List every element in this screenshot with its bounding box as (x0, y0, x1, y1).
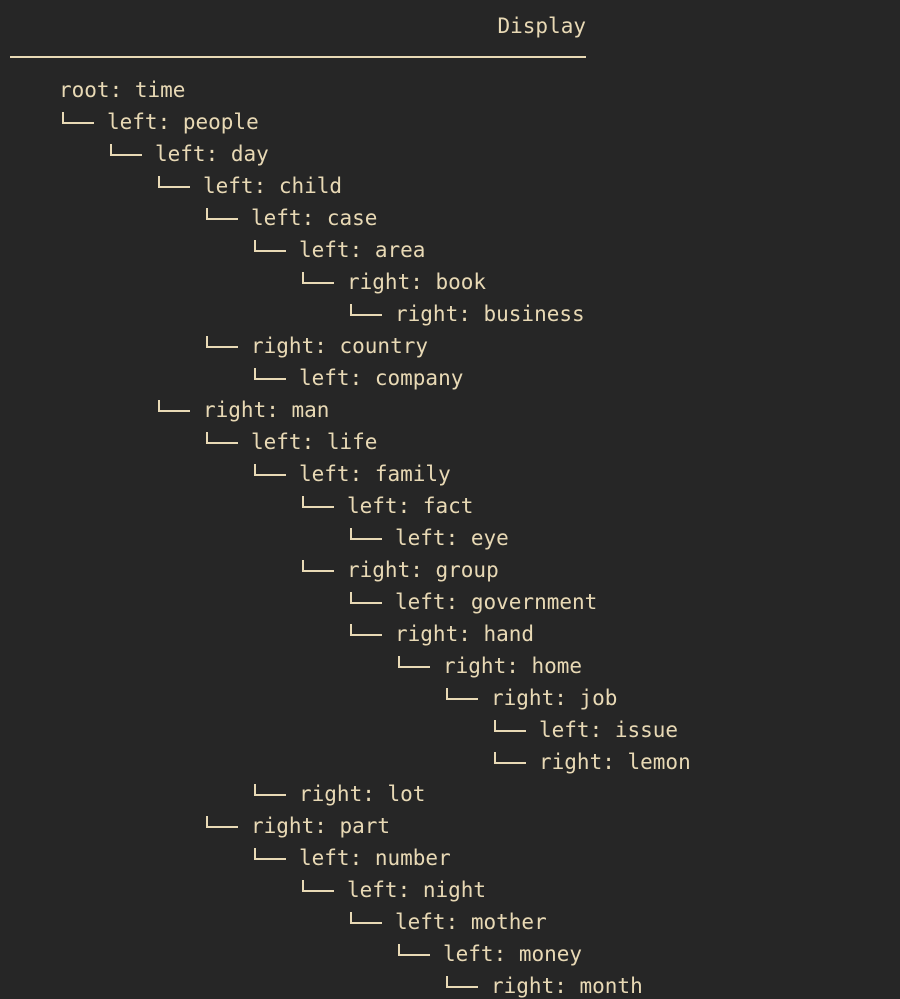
display-title: Display (497, 14, 586, 38)
tree-node-label: left: child (203, 174, 343, 198)
tree-node: left: case (59, 202, 691, 234)
tree-node: right: part (59, 810, 691, 842)
tree-node-label: left: night (347, 878, 487, 902)
tree-branch-connector (155, 170, 203, 202)
tree-node: right: hand (59, 618, 691, 650)
tree-node: left: number (59, 842, 691, 874)
tree-branch-connector (443, 682, 491, 714)
tree-branch-connector (347, 618, 395, 650)
tree-branch-connector (203, 426, 251, 458)
tree-node-label: root: time (59, 78, 186, 102)
tree-branch-connector (347, 586, 395, 618)
tree-node-label: right: month (491, 974, 643, 998)
tree-node: left: fact (59, 490, 691, 522)
tree-branch-connector (59, 106, 107, 138)
tree-node-label: right: hand (395, 622, 535, 646)
tree-branch-connector (107, 138, 155, 170)
tree-branch-connector (203, 330, 251, 362)
tree-node-label: left: family (299, 462, 451, 486)
tree-branch-connector (347, 906, 395, 938)
tree-branch-connector (251, 842, 299, 874)
tree-node-label: right: lot (299, 782, 426, 806)
tree-branch-connector (251, 234, 299, 266)
tree-node: root: time (59, 74, 691, 106)
tree-node: left: area (59, 234, 691, 266)
tree-branch-connector (203, 202, 251, 234)
tree-node: left: family (59, 458, 691, 490)
tree-node: right: lemon (59, 746, 691, 778)
tree-node-label: right: part (251, 814, 391, 838)
tree-node: left: money (59, 938, 691, 970)
tree-branch-connector (251, 778, 299, 810)
tree-node: left: government (59, 586, 691, 618)
tree-branch-connector (299, 266, 347, 298)
tree-node-label: left: number (299, 846, 451, 870)
tree-node: right: business (59, 298, 691, 330)
tree-branch-connector (299, 554, 347, 586)
tree-node: right: month (59, 970, 691, 999)
tree-node-label: right: job (491, 686, 618, 710)
tree-branch-connector (299, 874, 347, 906)
tree-node-label: left: eye (395, 526, 509, 550)
tree-node: right: job (59, 682, 691, 714)
tree-node: left: people (59, 106, 691, 138)
tree-branch-connector (299, 490, 347, 522)
tree-node: right: group (59, 554, 691, 586)
tree-branch-connector (203, 810, 251, 842)
tree-node-label: left: mother (395, 910, 547, 934)
tree-node: left: child (59, 170, 691, 202)
tree-node-label: right: business (395, 302, 585, 326)
tree-node-label: left: case (251, 206, 378, 230)
tree-branch-connector (251, 362, 299, 394)
tree-node: left: night (59, 874, 691, 906)
tree-node: left: mother (59, 906, 691, 938)
tree-node-label: right: country (251, 334, 429, 358)
tree-node: right: book (59, 266, 691, 298)
tree-node: left: eye (59, 522, 691, 554)
tree-node: right: home (59, 650, 691, 682)
tree-node-label: left: people (107, 110, 259, 134)
tree-branch-connector (443, 970, 491, 999)
display-header: Display (10, 0, 586, 58)
tree-node: left: issue (59, 714, 691, 746)
tree-node-label: left: government (395, 590, 598, 614)
tree-node-label: right: home (443, 654, 583, 678)
tree-node: left: day (59, 138, 691, 170)
tree-node-label: left: issue (539, 718, 679, 742)
tree-node-label: right: man (203, 398, 330, 422)
tree-node: left: company (59, 362, 691, 394)
tree-branch-connector (395, 938, 443, 970)
tree-branch-connector (395, 650, 443, 682)
tree-branch-connector (251, 458, 299, 490)
tree-node: left: life (59, 426, 691, 458)
tree-node: right: country (59, 330, 691, 362)
tree-node: right: man (59, 394, 691, 426)
tree-node-label: left: life (251, 430, 378, 454)
tree-node-label: right: group (347, 558, 499, 582)
tree-branch-connector (491, 714, 539, 746)
tree-node: right: lot (59, 778, 691, 810)
tree-branch-connector (155, 394, 203, 426)
tree-node-label: left: company (299, 366, 464, 390)
tree-node-label: right: book (347, 270, 487, 294)
tree-branch-connector (491, 746, 539, 778)
tree-node-label: left: fact (347, 494, 474, 518)
tree-node-label: right: lemon (539, 750, 691, 774)
tree-node-label: left: day (155, 142, 269, 166)
tree-branch-connector (347, 522, 395, 554)
tree-view: root: time left: people left: day left: chi… (59, 74, 691, 999)
tree-branch-connector (347, 298, 395, 330)
tree-node-label: left: area (299, 238, 426, 262)
tree-node-label: left: money (443, 942, 583, 966)
